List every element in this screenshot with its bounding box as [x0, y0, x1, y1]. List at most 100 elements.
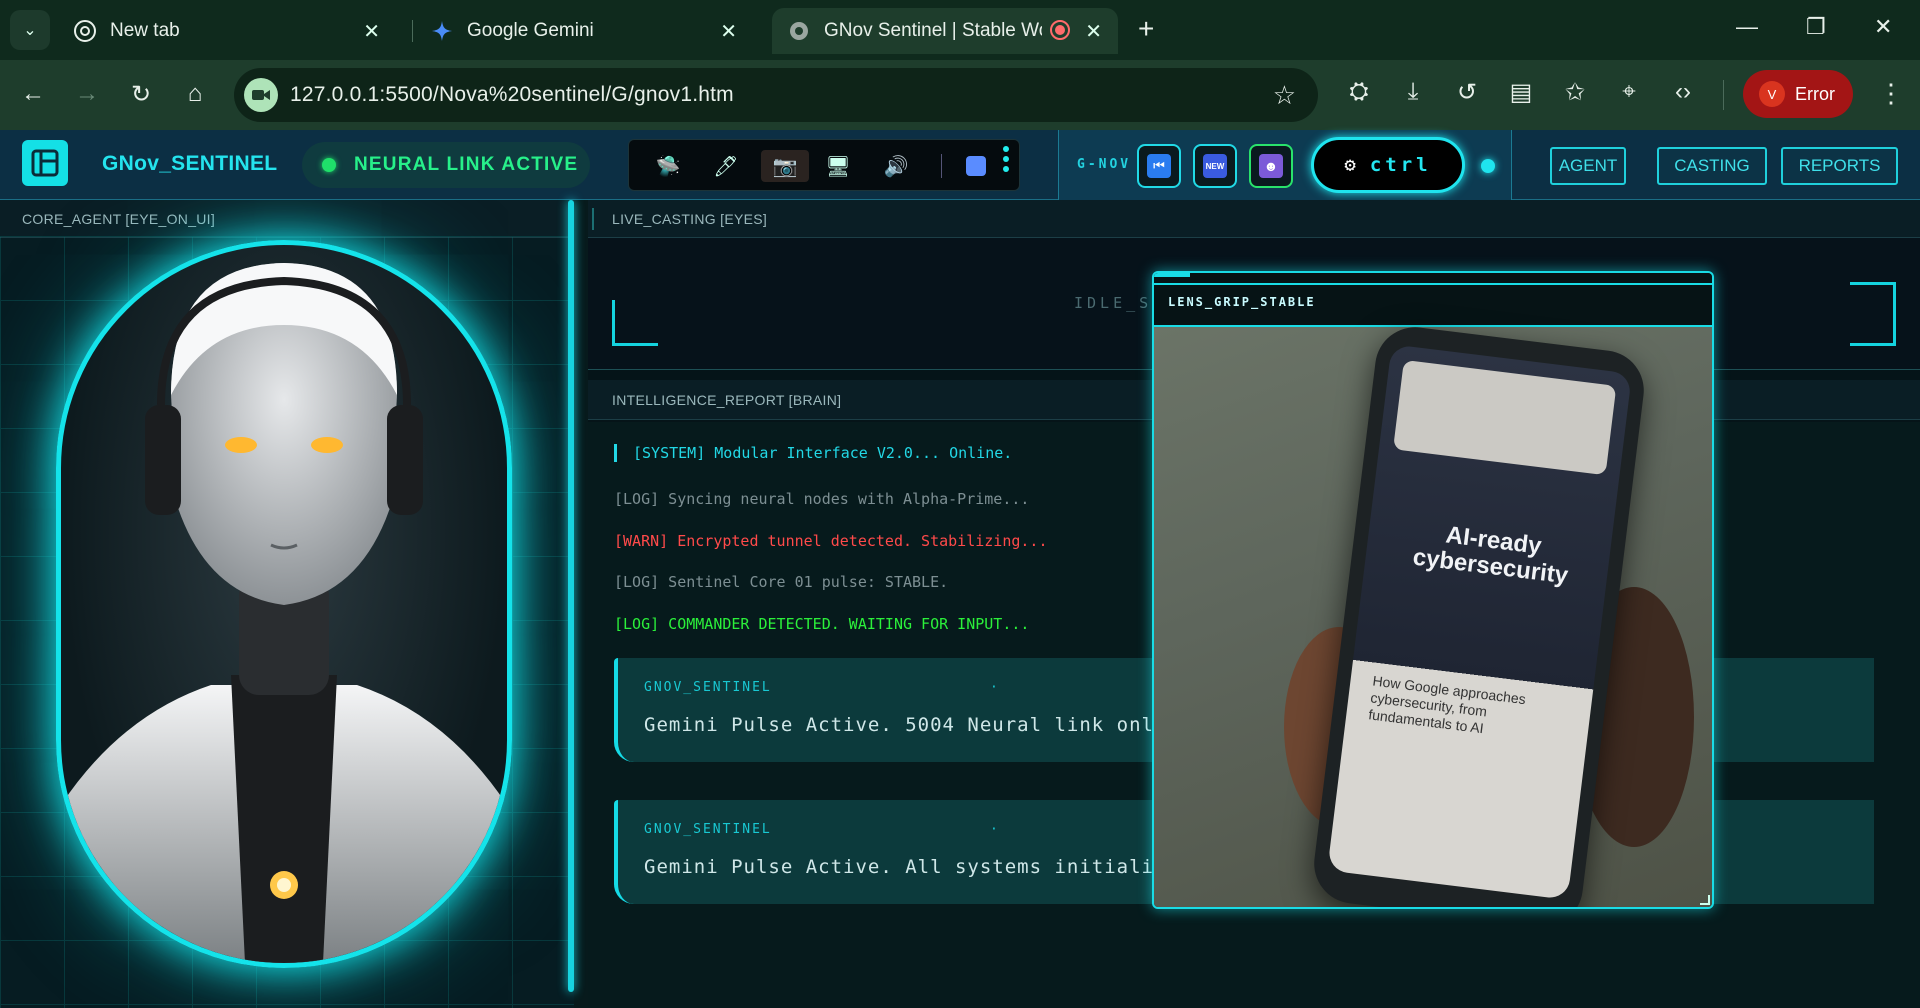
avatar: V [1759, 81, 1785, 107]
reading-list-icon[interactable]: ▤ [1506, 78, 1536, 107]
tool-tray: 🛸 🖊 📷 🖥 🔊 [628, 139, 1020, 191]
panel-resize-handle[interactable] [568, 200, 574, 992]
tab-gnov-sentinel[interactable]: GNov Sentinel | Stable Work ✕ [772, 8, 1118, 54]
app-brand: GNov_SENTINEL [102, 152, 278, 175]
tab-separator [412, 20, 413, 42]
phone-article: How Google approaches cybersecurity, fro… [1367, 672, 1527, 737]
new-button[interactable]: NEW [1193, 144, 1237, 188]
ping-indicator [1481, 159, 1495, 173]
menu-kebab-icon[interactable]: ⋮ [1878, 78, 1904, 109]
close-window-icon[interactable]: ✕ [1874, 14, 1892, 40]
lens-header[interactable]: LENS_GRIP_STABLE [1154, 273, 1712, 327]
toolbar-separator [1723, 80, 1724, 110]
message-body: Gemini Pulse Active. All systems initial… [644, 856, 1204, 878]
incognito-icon[interactable]: ⛭ [1344, 78, 1374, 106]
log-line: [LOG] COMMANDER DETECTED. WAITING FOR IN… [614, 615, 1030, 633]
camera-feed: AI-ready cybersecurity How Google approa… [1154, 322, 1712, 907]
gnov-group: G-NOV ⏮ NEW ☻ ⚙ ctrl [1058, 130, 1512, 200]
devtools-icon[interactable]: ‹› [1668, 78, 1698, 106]
record-icon[interactable] [959, 150, 993, 182]
browser-toolbar: ← → ↻ ⌂ 127.0.0.1:5500/Nova%20sentinel/G… [0, 60, 1920, 130]
resize-grip-icon[interactable] [1700, 895, 1710, 905]
robot-icon: ☻ [1259, 154, 1283, 178]
log-line: [SYSTEM] Modular Interface V2.0... Onlin… [614, 444, 1012, 462]
gemini-icon [431, 20, 453, 42]
history-icon[interactable]: ↺ [1452, 78, 1482, 107]
forward-icon[interactable]: → [72, 80, 102, 108]
recording-icon [1050, 20, 1070, 40]
phone-notification [1393, 359, 1617, 476]
app-logo-icon[interactable] [22, 140, 68, 186]
message-dot: · [990, 822, 998, 837]
log-line: [LOG] Syncing neural nodes with Alpha-Pr… [614, 490, 1030, 508]
ufo-icon[interactable]: 🛸 [651, 150, 685, 182]
lens-accent-bar [1154, 273, 1190, 277]
camera-permission-icon[interactable] [244, 78, 278, 112]
close-icon[interactable]: ✕ [363, 19, 380, 44]
intel-title: INTELLIGENCE_REPORT [BRAIN] [612, 392, 842, 408]
new-tab-button[interactable]: + [1138, 14, 1154, 44]
close-icon[interactable]: ✕ [720, 19, 737, 44]
nav-casting[interactable]: CASTING [1657, 147, 1767, 185]
location-icon[interactable]: ⌖ [1614, 78, 1644, 106]
tab-title: Google Gemini [467, 20, 594, 41]
message-sender: GNOV_SENTINEL [644, 680, 772, 695]
gear-icon: ⚙ [1344, 154, 1356, 176]
profile-error-button[interactable]: V Error [1743, 70, 1853, 118]
address-bar[interactable]: 127.0.0.1:5500/Nova%20sentinel/G/gnov1.h… [234, 68, 1318, 122]
download-icon[interactable]: ⤓ [1398, 78, 1428, 106]
back-icon[interactable]: ← [18, 80, 48, 108]
neural-status-text: NEURAL LINK ACTIVE [354, 154, 579, 175]
rewind-button[interactable]: ⏮ [1137, 144, 1181, 188]
nav-reports[interactable]: REPORTS [1781, 147, 1898, 185]
new-icon: NEW [1203, 154, 1227, 178]
frame-corner-bl [612, 300, 658, 346]
bookmark-star-icon[interactable]: ☆ [1273, 80, 1296, 111]
lens-title: LENS_GRIP_STABLE [1168, 295, 1316, 309]
core-agent-title: CORE_AGENT [EYE_ON_UI] [22, 211, 216, 227]
robot-button[interactable]: ☻ [1249, 144, 1293, 188]
status-dot-icon [322, 158, 336, 172]
live-casting-title: LIVE_CASTING [EYES] [612, 211, 768, 227]
restore-icon[interactable]: ❐ [1806, 14, 1826, 40]
pen-icon[interactable]: 🖊 [709, 150, 743, 182]
tab-marker [592, 208, 594, 230]
home-icon[interactable]: ⌂ [180, 80, 210, 108]
nav-agent[interactable]: AGENT [1550, 147, 1626, 185]
ctrl-label: ctrl [1369, 154, 1432, 176]
tab-new-tab[interactable]: New tab ✕ [58, 8, 396, 54]
message-sender: GNOV_SENTINEL [644, 822, 772, 837]
tray-separator [941, 154, 942, 178]
chrome-icon [74, 20, 96, 42]
android-figure [61, 263, 507, 963]
minimize-icon[interactable]: — [1736, 14, 1758, 40]
close-icon[interactable]: ✕ [1085, 19, 1102, 44]
more-dots-icon[interactable] [1003, 146, 1009, 176]
tab-title: New tab [110, 20, 180, 41]
camera-icon[interactable]: 📷 [761, 150, 809, 182]
live-casting-header [588, 200, 1920, 238]
tab-search-button[interactable]: ⌄ [10, 10, 50, 50]
lens-window[interactable]: LENS_GRIP_STABLE AI-ready cybersecurity … [1152, 271, 1714, 909]
app-header: GNov_SENTINEL NEURAL LINK ACTIVE 🛸 🖊 📷 🖥… [0, 130, 1920, 200]
profile-status: Error [1795, 83, 1835, 104]
log-line: [LOG] Sentinel Core 01 pulse: STABLE. [614, 573, 949, 591]
tab-google-gemini[interactable]: Google Gemini ✕ [415, 8, 753, 54]
phone-screen: AI-ready cybersecurity How Google approa… [1327, 344, 1633, 900]
lens-accent-line [1154, 283, 1712, 285]
log-line: [WARN] Encrypted tunnel detected. Stabil… [614, 532, 1048, 550]
url-text[interactable]: 127.0.0.1:5500/Nova%20sentinel/G/gnov1.h… [290, 83, 734, 107]
globe-icon [788, 20, 810, 42]
chevron-down-icon: ⌄ [23, 22, 37, 39]
core-agent-panel: CORE_AGENT [EYE_ON_UI] [0, 200, 574, 1008]
rewind-icon: ⏮ [1147, 154, 1171, 178]
phone-headline: AI-ready cybersecurity [1411, 521, 1570, 590]
frame-corner-br [1850, 300, 1896, 346]
reload-icon[interactable]: ↻ [126, 80, 156, 109]
ctrl-button[interactable]: ⚙ ctrl [1311, 137, 1465, 193]
favorites-icon[interactable]: ✩ [1560, 78, 1590, 107]
speaker-icon[interactable]: 🔊 [879, 150, 913, 182]
monitor-icon[interactable]: 🖥 [821, 150, 855, 182]
neural-status-badge: NEURAL LINK ACTIVE [302, 142, 590, 188]
message-dot: · [990, 680, 998, 695]
